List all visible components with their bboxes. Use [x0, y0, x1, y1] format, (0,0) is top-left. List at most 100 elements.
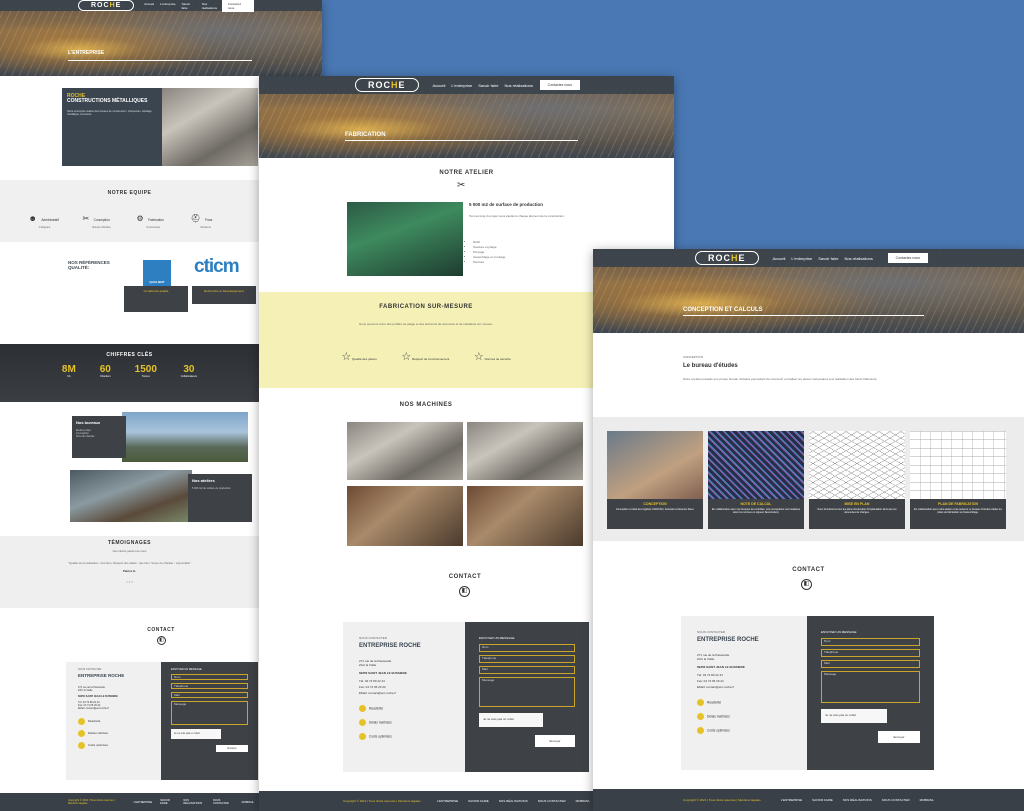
footer-link-realisations[interactable]: NOS RÉALISATIONS	[183, 799, 204, 805]
step-note-calcul: NOTE DE CALCUL En collaboration avec nos…	[708, 431, 804, 529]
nav-realisations[interactable]: Nos réalisations	[202, 2, 222, 10]
footer-link-savoir-faire[interactable]: SAVOIR FAIRE	[812, 798, 833, 802]
mail-field[interactable]: Mail	[171, 692, 248, 698]
nav-realisations-p3[interactable]: Nos réalisations	[844, 256, 872, 261]
surmesure-title: FABRICATION SUR-MESURE	[379, 304, 473, 310]
footer-link-contact[interactable]: NOUS CONTACTER	[882, 798, 910, 802]
footer-link-realisations[interactable]: NOS RÉALISATIONS	[499, 799, 528, 803]
value-security: ☆ Normes de sécurité	[473, 351, 511, 364]
footer-link-entreprise[interactable]: L'ENTREPRISE	[437, 799, 458, 803]
nav-accueil[interactable]: Accueil	[144, 2, 154, 10]
carousel-dots[interactable]: • • •	[0, 579, 259, 584]
message-field[interactable]: Message	[821, 671, 920, 703]
footer-link-entreprise[interactable]: L'ENTREPRISE	[781, 798, 802, 802]
testimonials-sub: Nos clients parlent de nous	[112, 549, 147, 553]
atelier-title: NOTRE ATELIER	[439, 170, 494, 176]
footer-link-mobirail[interactable]: MOBIRAIL	[576, 799, 590, 803]
message-field[interactable]: Message	[171, 701, 248, 725]
phone-field[interactable]: Téléphone	[171, 683, 248, 689]
footer-link-savoir-faire[interactable]: SAVOIR FAIRE	[468, 799, 489, 803]
star-icon: ☆	[341, 351, 352, 364]
clock-icon	[697, 713, 704, 720]
nav-savoir-faire-p2[interactable]: Savoir faire	[478, 83, 498, 88]
nav-accueil-p2[interactable]: Accueil	[433, 83, 446, 88]
step-conception: CONCEPTION Conception à l'aide des logic…	[607, 431, 703, 529]
hero-title: L'ENTREPRISE	[68, 50, 105, 56]
team-list: ☻ Administratif 1 dirigeant ✂ Conception B…	[0, 208, 259, 230]
logo[interactable]: ROCHE	[78, 0, 135, 11]
name-field[interactable]: Nom	[479, 644, 575, 652]
nav-accueil-p3[interactable]: Accueil	[773, 256, 786, 261]
recaptcha-box[interactable]: Je ne suis pas un robot	[171, 729, 221, 739]
ateliers-photo	[70, 470, 192, 522]
intro-section: ROCHE CONSTRUCTIONS MÉTALLIQUES Notre en…	[62, 88, 258, 168]
nav-entreprise-p3[interactable]: L'entreprise	[791, 256, 812, 261]
footer-link-contact[interactable]: NOUS CONTACTER	[538, 799, 566, 803]
name-field[interactable]: Nom	[821, 638, 920, 646]
atelier-list: Débit Soudure et pliage Perçage Assembla…	[473, 240, 505, 265]
contact-cta-button-p2[interactable]: Contactez nous	[539, 80, 580, 90]
team-section: NOTRE EQUIPE ☻ Administratif 1 dirigeant …	[0, 180, 259, 242]
logo-p3[interactable]: ROCHE	[695, 251, 759, 265]
testimonials-title: TÉMOIGNAGES	[107, 540, 151, 546]
testimonial-quote: "Qualité de la réalisation : très bien. …	[68, 561, 191, 565]
references-section: NOS RÉFÉRENCES QUALITÉ: QUALIBAT Un labe…	[0, 248, 259, 338]
footer-link-mobirail[interactable]: MOBIRAIL	[242, 801, 254, 804]
contact-block-p2: NOUS CONTACTER ENTREPRISE ROCHE 271 rue …	[343, 622, 589, 772]
bureaux-photo	[122, 412, 248, 462]
contact-info-p3: NOUS CONTACTER ENTREPRISE ROCHE 271 rue …	[681, 616, 807, 770]
hero-banner: ROCHE Accueil L'entreprise Savoir faire …	[0, 0, 322, 76]
nav-entreprise-p2[interactable]: L'entreprise	[451, 83, 472, 88]
factory-icon: ⚙	[136, 214, 144, 223]
footer-link-mobirail[interactable]: MOBIRAIL	[920, 798, 934, 802]
euro-icon	[697, 727, 704, 734]
tools-icon: ✂	[82, 214, 90, 223]
machine-photo-3	[347, 486, 463, 546]
reactivity-icon	[697, 699, 704, 706]
cticm-card: Recherche et Développement	[192, 286, 256, 304]
footer-link-savoir-faire[interactable]: SAVOIR FAIRE	[160, 799, 175, 805]
hero-divider-p2	[345, 140, 578, 141]
step-mise-en-plan: MISE EN PLAN Nous fournissons tous les p…	[809, 431, 905, 529]
contact-block-p3: NOUS CONTACTER ENTREPRISE ROCHE 271 rue …	[681, 616, 934, 770]
mail-field[interactable]: Mail	[821, 660, 920, 668]
footer-p3: Copyright © 2021 | Tous droits réservés …	[593, 789, 1024, 811]
submit-button[interactable]: Envoyer	[535, 735, 575, 747]
keyfig-ca: 8M CA	[61, 364, 76, 378]
surmesure-section: FABRICATION SUR-MESURE Nous pouvons crée…	[259, 292, 593, 388]
contact-info-p1: NOUS CONTACTER ENTREPRISE ROCHE 271 rue …	[66, 662, 161, 780]
logo-p2[interactable]: ROCHE	[355, 78, 419, 92]
recaptcha-box[interactable]: Je ne suis pas un robot	[479, 713, 543, 727]
message-field[interactable]: Message	[479, 677, 575, 707]
submit-button[interactable]: Envoyer	[878, 731, 920, 743]
team-title: NOTRE EQUIPE	[107, 190, 152, 196]
nav-links: Accueil L'entreprise Savoir faire Nos ré…	[144, 2, 221, 10]
phone-field[interactable]: Téléphone	[479, 655, 575, 663]
footer-link-contact[interactable]: NOUS CONTACTER	[213, 799, 234, 805]
nav-entreprise[interactable]: L'entreprise	[160, 2, 176, 10]
nav-realisations-p2[interactable]: Nos réalisations	[504, 83, 532, 88]
keyfig-collaborateurs: 30 Collaborateurs	[180, 364, 198, 378]
euro-icon	[359, 733, 366, 740]
footer-link-entreprise[interactable]: L'ENTREPRISE	[134, 801, 153, 804]
contact-cta-button-p3[interactable]: Contactez nous	[887, 253, 928, 263]
submit-button[interactable]: Envoyer	[216, 745, 248, 752]
nav-savoir-faire[interactable]: Savoir faire	[182, 2, 196, 10]
mail-field[interactable]: Mail	[479, 666, 575, 674]
references-title: NOS RÉFÉRENCES QUALITÉ:	[68, 260, 110, 271]
bureau-title: Le bureau d'études	[683, 363, 738, 369]
nav-links-p2: Accueil L'entreprise Savoir faire Nos ré…	[433, 83, 533, 88]
name-field[interactable]: Nom	[171, 674, 248, 680]
recaptcha-box[interactable]: Je ne suis pas un robot	[821, 709, 887, 723]
nav-savoir-faire-p3[interactable]: Savoir faire	[818, 256, 838, 261]
contact-cta-button[interactable]: Contactez nous	[221, 0, 254, 12]
ateliers-card: Nos ateliers 5 000 m2 de surface de prod…	[188, 474, 252, 522]
contact-form-p2: ENVOYER UN MESSAGE Nom Téléphone Mail Me…	[465, 622, 589, 772]
helmet-icon: ⛑	[190, 214, 201, 223]
contact-block-p1: NOUS CONTACTER ENTREPRISE ROCHE 271 rue …	[66, 662, 258, 780]
keyfig-tonnes: 1500 Tonnes	[134, 364, 157, 378]
team-admin: ☻ Administratif 1 dirigeant	[28, 214, 59, 229]
footer-link-realisations[interactable]: NOS RÉALISATIONS	[843, 798, 872, 802]
machine-photo-4	[467, 486, 583, 546]
phone-field[interactable]: Téléphone	[821, 649, 920, 657]
